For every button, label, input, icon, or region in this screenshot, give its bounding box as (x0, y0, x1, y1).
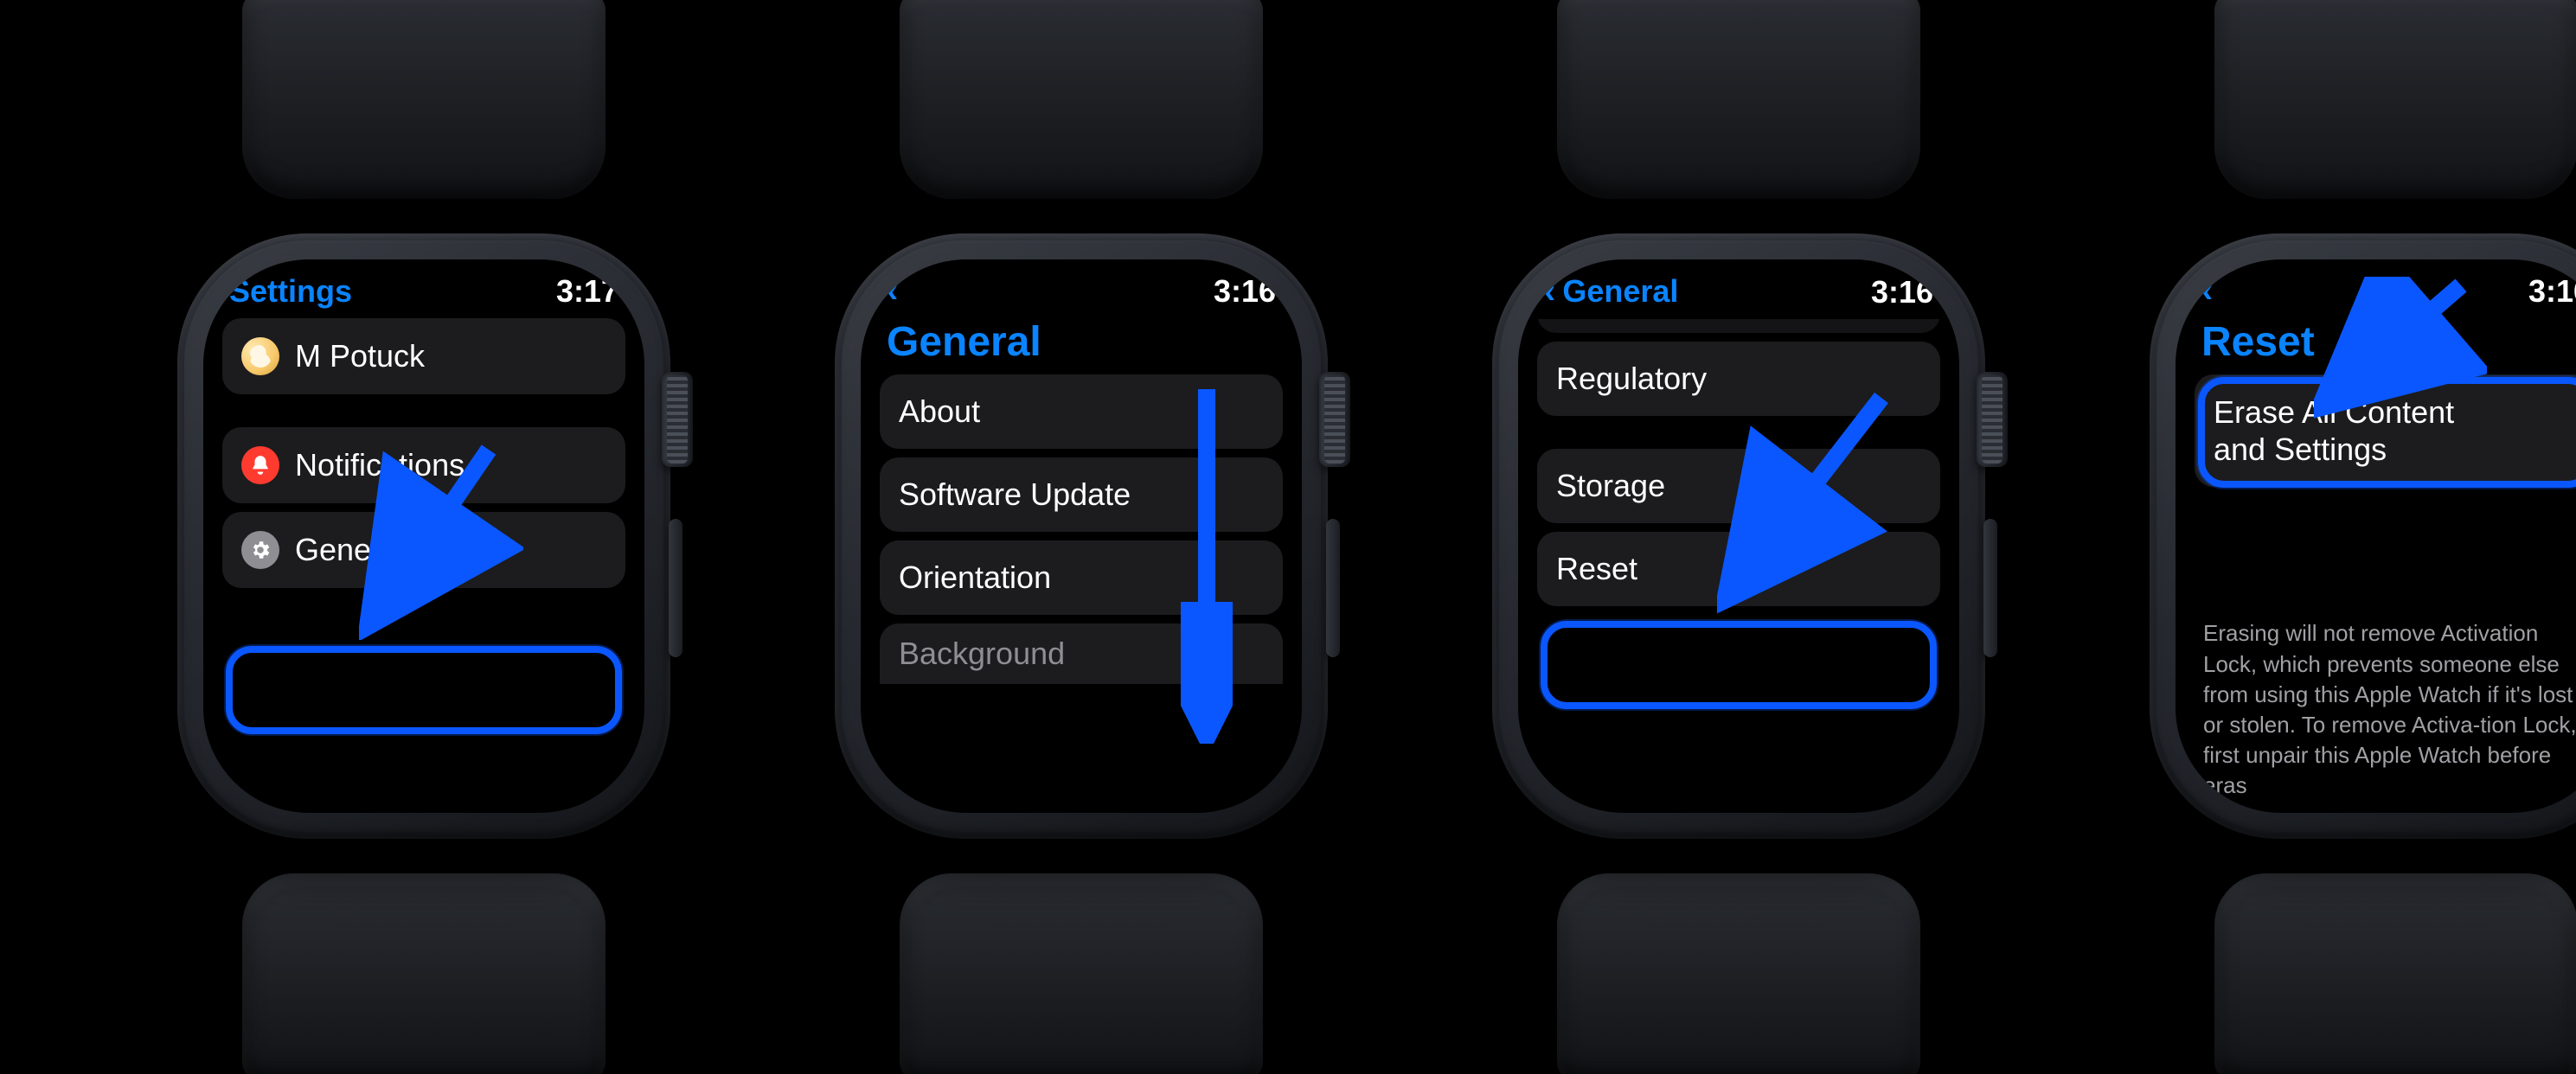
digital-crown[interactable] (662, 372, 693, 467)
row-label: Orientation (899, 559, 1051, 596)
row-background[interactable]: Background (880, 623, 1283, 684)
screen-content: ‹ 3:16 Reset Erase All Content and Setti… (2195, 272, 2576, 801)
row-label: M Potuck (295, 338, 425, 374)
reset-list[interactable]: Erase All Content and Settings (2195, 374, 2576, 611)
watch-screen: ‹ 3:16 Reset Erase All Content and Setti… (2176, 259, 2576, 813)
status-bar: Settings 3:17 (222, 272, 625, 318)
row-label: Storage (1556, 468, 1665, 504)
clock: 3:17 (556, 273, 618, 310)
side-button[interactable] (1326, 519, 1340, 657)
row-software-update[interactable]: Software Update (880, 457, 1283, 532)
watch-band-top (900, 0, 1263, 199)
tutorial-stage: Settings 3:17 M Potuck (0, 0, 2576, 1074)
general-list[interactable]: About Software Update Orientation Backgr… (880, 374, 1283, 801)
watch-band-bottom (242, 873, 606, 1074)
row-reset[interactable]: Reset (1537, 532, 1940, 606)
back-button[interactable]: ‹ General (1544, 273, 1678, 310)
watch-screen: ‹ 3:16 General About Software Update (861, 259, 1302, 813)
row-label: General (295, 532, 406, 568)
chevron-left-icon: ‹ (887, 273, 898, 308)
watch-case: Settings 3:17 M Potuck (177, 233, 670, 839)
clock: 3:16 (1871, 274, 1933, 310)
row-label: Notifications (295, 447, 465, 483)
watch-band-top (242, 0, 606, 199)
back-label: General (1562, 273, 1678, 310)
bell-icon (241, 446, 279, 484)
row-label: Erase All Content and Settings (2214, 393, 2454, 468)
screen-content: ‹ General 3:16 Regulatory Storage (1537, 272, 1940, 801)
gear-icon (241, 531, 279, 569)
row-erase-all[interactable]: Erase All Content and Settings (2195, 374, 2576, 487)
row-regulatory[interactable]: Regulatory (1537, 342, 1940, 416)
status-bar: ‹ 3:16 (880, 272, 1283, 318)
watch-band-bottom (1557, 873, 1920, 1074)
row-partial[interactable] (1537, 319, 1940, 333)
group-gap (1537, 425, 1940, 440)
side-button[interactable] (669, 519, 682, 657)
row-label: Software Update (899, 476, 1131, 513)
chevron-left-icon: ‹ (2201, 273, 2213, 308)
page-title: General (880, 318, 1283, 374)
title-label: Settings (229, 273, 352, 310)
watch-band-bottom (900, 873, 1263, 1074)
row-about[interactable]: About (880, 374, 1283, 449)
back-button[interactable]: ‹ (2201, 273, 2214, 308)
erase-description: Erasing will not remove Activation Lock,… (2195, 611, 2576, 801)
row-label: Reset (1556, 551, 1637, 587)
watch-case: ‹ General 3:16 Regulatory Storage (1492, 233, 1985, 839)
row-storage[interactable]: Storage (1537, 449, 1940, 523)
watch-case: ‹ 3:16 Reset Erase All Content and Setti… (2150, 233, 2576, 839)
watch-1: Settings 3:17 M Potuck (147, 61, 701, 1012)
clock: 3:16 (2528, 273, 2576, 310)
row-label: Background (899, 636, 1065, 672)
back-button[interactable]: ‹ (887, 273, 900, 308)
watch-4: ‹ 3:16 Reset Erase All Content and Setti… (2119, 61, 2576, 1012)
clock: 3:16 (1214, 273, 1276, 310)
watch-2: ‹ 3:16 General About Software Update (804, 61, 1358, 1012)
status-bar: ‹ General 3:16 (1537, 272, 1940, 319)
chevron-left-icon: ‹ (1544, 274, 1555, 309)
watch-band-top (1557, 0, 1920, 199)
digital-crown[interactable] (1319, 372, 1350, 467)
row-label: About (899, 393, 980, 430)
settings-list[interactable]: M Potuck Notifications (222, 318, 625, 801)
page-title: Reset (2195, 318, 2576, 374)
side-button[interactable] (1983, 519, 1997, 657)
screen-content: ‹ 3:16 General About Software Update (880, 272, 1283, 801)
watch-band-bottom (2214, 873, 2576, 1074)
watch-3: ‹ General 3:16 Regulatory Storage (1462, 61, 2015, 1012)
watch-case: ‹ 3:16 General About Software Update (835, 233, 1328, 839)
general-list-scrolled[interactable]: Regulatory Storage Reset (1537, 319, 1940, 801)
row-orientation[interactable]: Orientation (880, 540, 1283, 615)
screen-content: Settings 3:17 M Potuck (222, 272, 625, 801)
row-general[interactable]: General (222, 512, 625, 588)
group-gap (222, 403, 625, 419)
watch-screen: Settings 3:17 M Potuck (203, 259, 644, 813)
digital-crown[interactable] (1977, 372, 2008, 467)
watch-band-top (2214, 0, 2576, 199)
row-label: Regulatory (1556, 361, 1707, 397)
row-notifications[interactable]: Notifications (222, 427, 625, 503)
watch-screen: ‹ General 3:16 Regulatory Storage (1518, 259, 1959, 813)
status-bar: ‹ 3:16 (2195, 272, 2576, 318)
avatar-icon (241, 337, 279, 375)
screen-title: Settings (229, 273, 352, 310)
row-profile[interactable]: M Potuck (222, 318, 625, 394)
